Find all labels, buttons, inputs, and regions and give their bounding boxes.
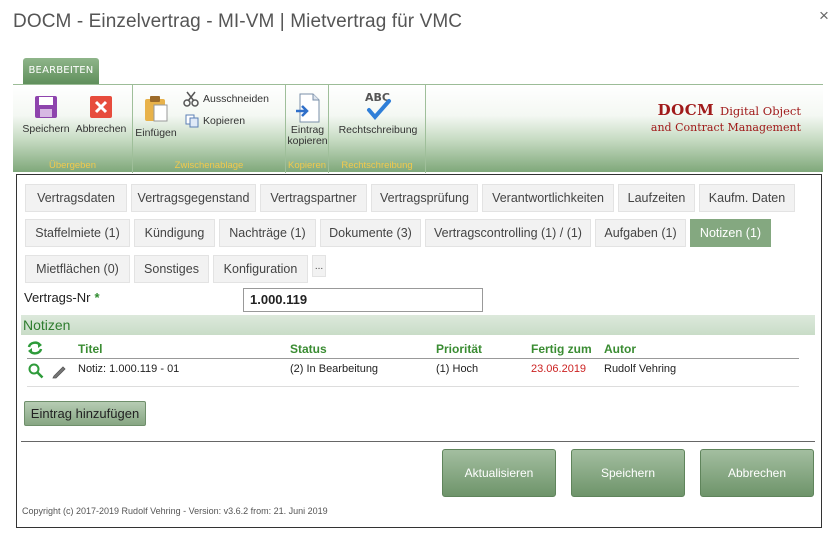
tab-mietflaechen[interactable]: Mietflächen (0) bbox=[25, 255, 130, 283]
row-fertig-zum: 23.06.2019 bbox=[531, 363, 587, 375]
ribbon-group-rechtschreibung: ABC Rechtschreibung Rechtschreibung bbox=[329, 85, 426, 173]
ribbon-tab-bearbeiten[interactable]: BEARBEITEN bbox=[23, 58, 99, 84]
vertrags-nr-input[interactable]: 1.000.119 bbox=[243, 288, 483, 312]
tab-vertragsgegenstand[interactable]: Vertragsgegenstand bbox=[131, 184, 256, 212]
column-header-prioritaet[interactable]: Priorität bbox=[436, 342, 482, 356]
ribbon-cut-button[interactable]: Ausschneiden bbox=[183, 91, 269, 107]
tab-vertragscontrolling[interactable]: Vertragscontrolling (1) / (1) bbox=[425, 219, 591, 247]
aktualisieren-button[interactable]: Aktualisieren bbox=[442, 449, 556, 497]
ribbon-copy-entry-label-2: kopieren bbox=[287, 135, 328, 147]
row-status: (2) In Bearbeitung bbox=[290, 363, 379, 375]
tab-more[interactable]: ... bbox=[312, 255, 326, 277]
brand-name: DOCM bbox=[657, 101, 715, 119]
row-prioritaet: (1) Hoch bbox=[436, 363, 479, 375]
document-copy-icon bbox=[295, 93, 319, 123]
add-entry-button[interactable]: Eintrag hinzufügen bbox=[24, 401, 146, 426]
brand-tagline: Digital Object bbox=[720, 104, 801, 118]
ribbon-group-label-rechtschreibung: Rechtschreibung bbox=[341, 160, 413, 171]
tab-aufgaben[interactable]: Aufgaben (1) bbox=[595, 219, 686, 247]
copyright-text: Copyright (c) 2017-2019 Rudolf Vehring -… bbox=[22, 506, 328, 516]
ribbon-save-button[interactable]: Speichern bbox=[18, 95, 74, 135]
pencil-icon[interactable] bbox=[51, 363, 67, 379]
ribbon-group-label-zwischenablage: Zwischenablage bbox=[174, 160, 244, 171]
floppy-disk-icon bbox=[35, 96, 57, 118]
ribbon-group-label-uebergeben: Übergeben bbox=[48, 160, 96, 171]
tab-vertragspruefung[interactable]: Vertragsprüfung bbox=[371, 184, 478, 212]
tab-konfiguration[interactable]: Konfiguration bbox=[213, 255, 308, 283]
ribbon-paste-label: Einfügen bbox=[135, 127, 177, 139]
ribbon-group-uebergeben: Speichern Abbrechen Übergeben bbox=[13, 85, 133, 173]
table-header-divider bbox=[27, 358, 799, 359]
tab-kuendigung[interactable]: Kündigung bbox=[134, 219, 215, 247]
abc-check-icon: ABC bbox=[363, 91, 393, 121]
row-titel: Notiz: 1.000.119 - 01 bbox=[78, 363, 180, 375]
ribbon-copy-entry-button[interactable]: Eintrag kopieren bbox=[286, 93, 329, 147]
tab-vertragspartner[interactable]: Vertragspartner bbox=[260, 184, 367, 212]
copy-icon bbox=[185, 114, 199, 128]
clipboard-icon bbox=[145, 96, 168, 122]
column-header-autor[interactable]: Autor bbox=[604, 342, 636, 356]
tab-vertragsdaten[interactable]: Vertragsdaten bbox=[25, 184, 127, 212]
check-mark-icon bbox=[367, 99, 391, 121]
tab-sonstiges[interactable]: Sonstiges bbox=[134, 255, 209, 283]
row-autor: Rudolf Vehring bbox=[604, 363, 677, 375]
brand-line2: and Contract Management bbox=[650, 121, 801, 134]
tab-verantwortlichkeiten[interactable]: Verantwortlichkeiten bbox=[482, 184, 614, 212]
ribbon-cancel-button[interactable]: Abbrechen bbox=[71, 95, 131, 135]
ribbon-save-label: Speichern bbox=[22, 123, 70, 135]
close-icon[interactable]: × bbox=[814, 6, 834, 26]
scissors-icon bbox=[183, 91, 199, 107]
brand-logo: DOCM Digital Object and Contract Managem… bbox=[651, 101, 801, 134]
ribbon-tab-strip bbox=[13, 48, 823, 84]
ribbon-spellcheck-button[interactable]: ABC Rechtschreibung bbox=[332, 91, 424, 136]
ribbon: Speichern Abbrechen Übergeben Einfügen A… bbox=[13, 84, 823, 173]
ribbon-cut-label: Ausschneiden bbox=[203, 93, 269, 105]
ribbon-group-kopieren: Eintrag kopieren Kopieren bbox=[286, 85, 329, 173]
vertrags-nr-label: Vertrags-Nr * bbox=[24, 290, 100, 305]
ribbon-group-label-kopieren: Kopieren bbox=[287, 160, 327, 171]
abbrechen-button[interactable]: Abbrechen bbox=[700, 449, 814, 497]
ribbon-copy-button[interactable]: Kopieren bbox=[185, 114, 245, 128]
column-header-status[interactable]: Status bbox=[290, 342, 327, 356]
notizen-section-title: Notizen bbox=[21, 315, 815, 335]
footer-divider bbox=[21, 441, 815, 442]
tab-laufzeiten[interactable]: Laufzeiten bbox=[618, 184, 695, 212]
speichern-button[interactable]: Speichern bbox=[571, 449, 685, 497]
tab-staffelmiete[interactable]: Staffelmiete (1) bbox=[25, 219, 130, 247]
column-header-titel[interactable]: Titel bbox=[78, 342, 102, 356]
required-mark: * bbox=[94, 290, 100, 305]
ribbon-group-zwischenablage: Einfügen Ausschneiden Kopieren Zwischena… bbox=[133, 85, 286, 173]
refresh-icon[interactable] bbox=[27, 341, 43, 355]
ribbon-spellcheck-label: Rechtschreibung bbox=[338, 124, 418, 136]
tab-dokumente[interactable]: Dokumente (3) bbox=[320, 219, 421, 247]
dialog-title: DOCM - Einzelvertrag - MI-VM | Mietvertr… bbox=[13, 11, 463, 32]
close-square-icon bbox=[90, 96, 112, 118]
table-row-divider bbox=[27, 386, 799, 387]
ribbon-cancel-label: Abbrechen bbox=[75, 123, 127, 135]
vertrags-nr-label-text: Vertrags-Nr bbox=[24, 290, 91, 305]
ribbon-paste-button[interactable]: Einfügen bbox=[133, 95, 179, 139]
column-header-fertig-zum[interactable]: Fertig zum bbox=[531, 342, 592, 356]
tab-kaufm-daten[interactable]: Kaufm. Daten bbox=[699, 184, 795, 212]
ribbon-copy-label: Kopieren bbox=[203, 115, 246, 127]
magnifier-icon[interactable] bbox=[28, 363, 44, 379]
tab-notizen[interactable]: Notizen (1) bbox=[690, 219, 771, 247]
tab-nachtraege[interactable]: Nachträge (1) bbox=[219, 219, 316, 247]
